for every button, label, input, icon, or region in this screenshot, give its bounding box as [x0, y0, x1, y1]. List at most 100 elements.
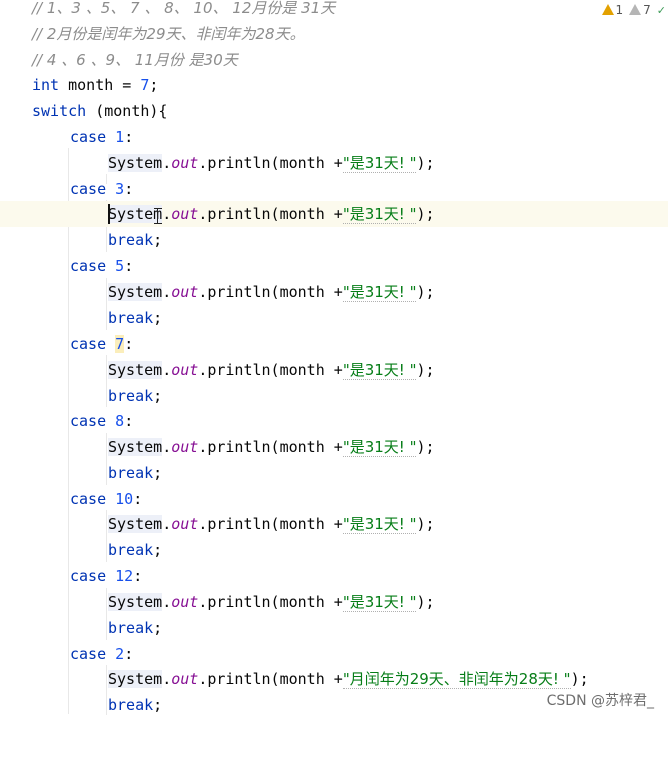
code-line[interactable]: System.out.println(month +"是31天! "); [0, 150, 668, 176]
field: out [171, 515, 198, 533]
code-line[interactable]: case 10: [0, 486, 668, 512]
string-literal: "是31天! " [343, 154, 417, 173]
keyword: switch [32, 102, 86, 120]
method-call: .println(month + [198, 361, 343, 379]
string-literal: "是31天! " [343, 283, 417, 302]
class-name: System [108, 593, 162, 611]
semicolon: ; [153, 541, 162, 559]
colon: : [133, 490, 142, 508]
dot: . [162, 361, 171, 379]
code-line[interactable]: case 8: [0, 408, 668, 434]
code-line[interactable]: System.out.println(month +"月闰年为29天、非闰年为2… [0, 666, 668, 692]
case-label: case 7: [70, 331, 133, 357]
code-line[interactable]: // 1、3 、5、 7 、 8、 10、 12月份是 31天 [0, 0, 668, 21]
case-label: case 5: [70, 253, 133, 279]
close-call: ); [416, 515, 434, 533]
field: out [171, 154, 198, 172]
keyword: case [70, 567, 106, 585]
code-line[interactable]: System.out.println(month +"是31天! "); [0, 434, 668, 460]
keyword: int [32, 76, 59, 94]
code-line[interactable]: break; [0, 383, 668, 409]
comment: // 4 、6 、9、 11月份 是30天 [32, 47, 238, 73]
string-literal: "是31天! " [343, 515, 417, 534]
break-statement: break; [108, 692, 162, 718]
println-statement: System.out.println(month +"是31天! "); [108, 150, 435, 176]
close-call: ); [416, 593, 434, 611]
code-line[interactable]: // 2月份是闰年为29天、非闰年为28天。 [0, 21, 668, 47]
method-call: .println(month + [198, 283, 343, 301]
keyword: break [108, 231, 153, 249]
class-name: System [108, 154, 162, 172]
dot: . [162, 515, 171, 533]
code-line[interactable]: case 3: [0, 176, 668, 202]
keyword: case [70, 257, 106, 275]
close-call: ); [416, 205, 434, 223]
comment: // 1、3 、5、 7 、 8、 10、 12月份是 31天 [32, 0, 335, 21]
code-line[interactable]: switch (month){ [0, 98, 668, 124]
code-line[interactable]: case 1: [0, 124, 668, 150]
dot: . [162, 438, 171, 456]
string-literal: "是31天! " [343, 361, 417, 380]
println-statement: System.out.println(month +"是31天! "); [108, 279, 435, 305]
field: out [171, 205, 198, 223]
field: out [171, 438, 198, 456]
code-line[interactable]: break; [0, 615, 668, 641]
colon: : [124, 257, 133, 275]
colon: : [133, 567, 142, 585]
case-label: case 8: [70, 408, 133, 434]
keyword: break [108, 309, 153, 327]
field: out [171, 670, 198, 688]
semicolon: ; [153, 387, 162, 405]
code-line[interactable]: System.out.println(month +"是31天! "); [0, 589, 668, 615]
number-literal: 8 [115, 412, 124, 430]
println-statement: System.out.println(month +"月闰年为29天、非闰年为2… [108, 666, 589, 692]
dot: . [162, 154, 171, 172]
string-literal: "是31天! " [343, 593, 417, 612]
code-line[interactable]: System.out.println(month +"是31天! "); [0, 279, 668, 305]
println-statement: System.out.println(month +"是31天! "); [108, 357, 435, 383]
println-statement: System.out.println(month +"是31天! "); [108, 511, 435, 537]
code-line[interactable]: case 5: [0, 253, 668, 279]
class-name: System [108, 283, 162, 301]
println-statement: System.out.println(month +"是31天! "); [108, 434, 435, 460]
text-caret [108, 204, 110, 224]
code-line[interactable]: case 2: [0, 641, 668, 667]
string-literal: "是31天! " [343, 438, 417, 457]
break-statement: break; [108, 615, 162, 641]
code-line[interactable]: System.out.println(month +"是31天! "); [0, 357, 668, 383]
comment: // 2月份是闰年为29天、非闰年为28天。 [32, 21, 305, 47]
code-line[interactable]: System.out.println(month +"是31天! "); [0, 511, 668, 537]
field: out [171, 361, 198, 379]
variable-declaration: int month = 7; [32, 72, 158, 98]
colon: : [124, 335, 133, 353]
dot: . [162, 670, 171, 688]
class-name: System [108, 515, 162, 533]
break-statement: break; [108, 227, 162, 253]
semicolon: ; [153, 464, 162, 482]
code-line[interactable]: break; [0, 460, 668, 486]
code-line[interactable]: int month = 7; [0, 72, 668, 98]
code-line[interactable]: break; [0, 227, 668, 253]
keyword: case [70, 645, 106, 663]
class-name: System [108, 438, 162, 456]
string-literal: "月闰年为29天、非闰年为28天! " [343, 670, 571, 689]
method-call: .println(month + [198, 670, 343, 688]
close-call: ); [416, 283, 434, 301]
keyword: case [70, 490, 106, 508]
code-editor[interactable]: 17✓ // 1、3 、5、 7 、 8、 10、 12月份是 31天 // 2… [0, 0, 668, 716]
code-line[interactable]: case 7: [0, 331, 668, 357]
semicolon: ; [153, 309, 162, 327]
class-name: System [108, 361, 162, 379]
keyword: break [108, 696, 153, 714]
keyword: case [70, 335, 106, 353]
number-literal: 1 [115, 128, 124, 146]
break-statement: break; [108, 383, 162, 409]
dot: . [162, 593, 171, 611]
code-line-current[interactable]: System.out.println(month +"是31天! "); [0, 201, 668, 227]
code-line[interactable]: break; [0, 305, 668, 331]
code-line[interactable]: break; [0, 537, 668, 563]
number-literal: 12 [115, 567, 133, 585]
code-line[interactable]: case 12: [0, 563, 668, 589]
code-line[interactable]: // 4 、6 、9、 11月份 是30天 [0, 47, 668, 73]
keyword: break [108, 619, 153, 637]
